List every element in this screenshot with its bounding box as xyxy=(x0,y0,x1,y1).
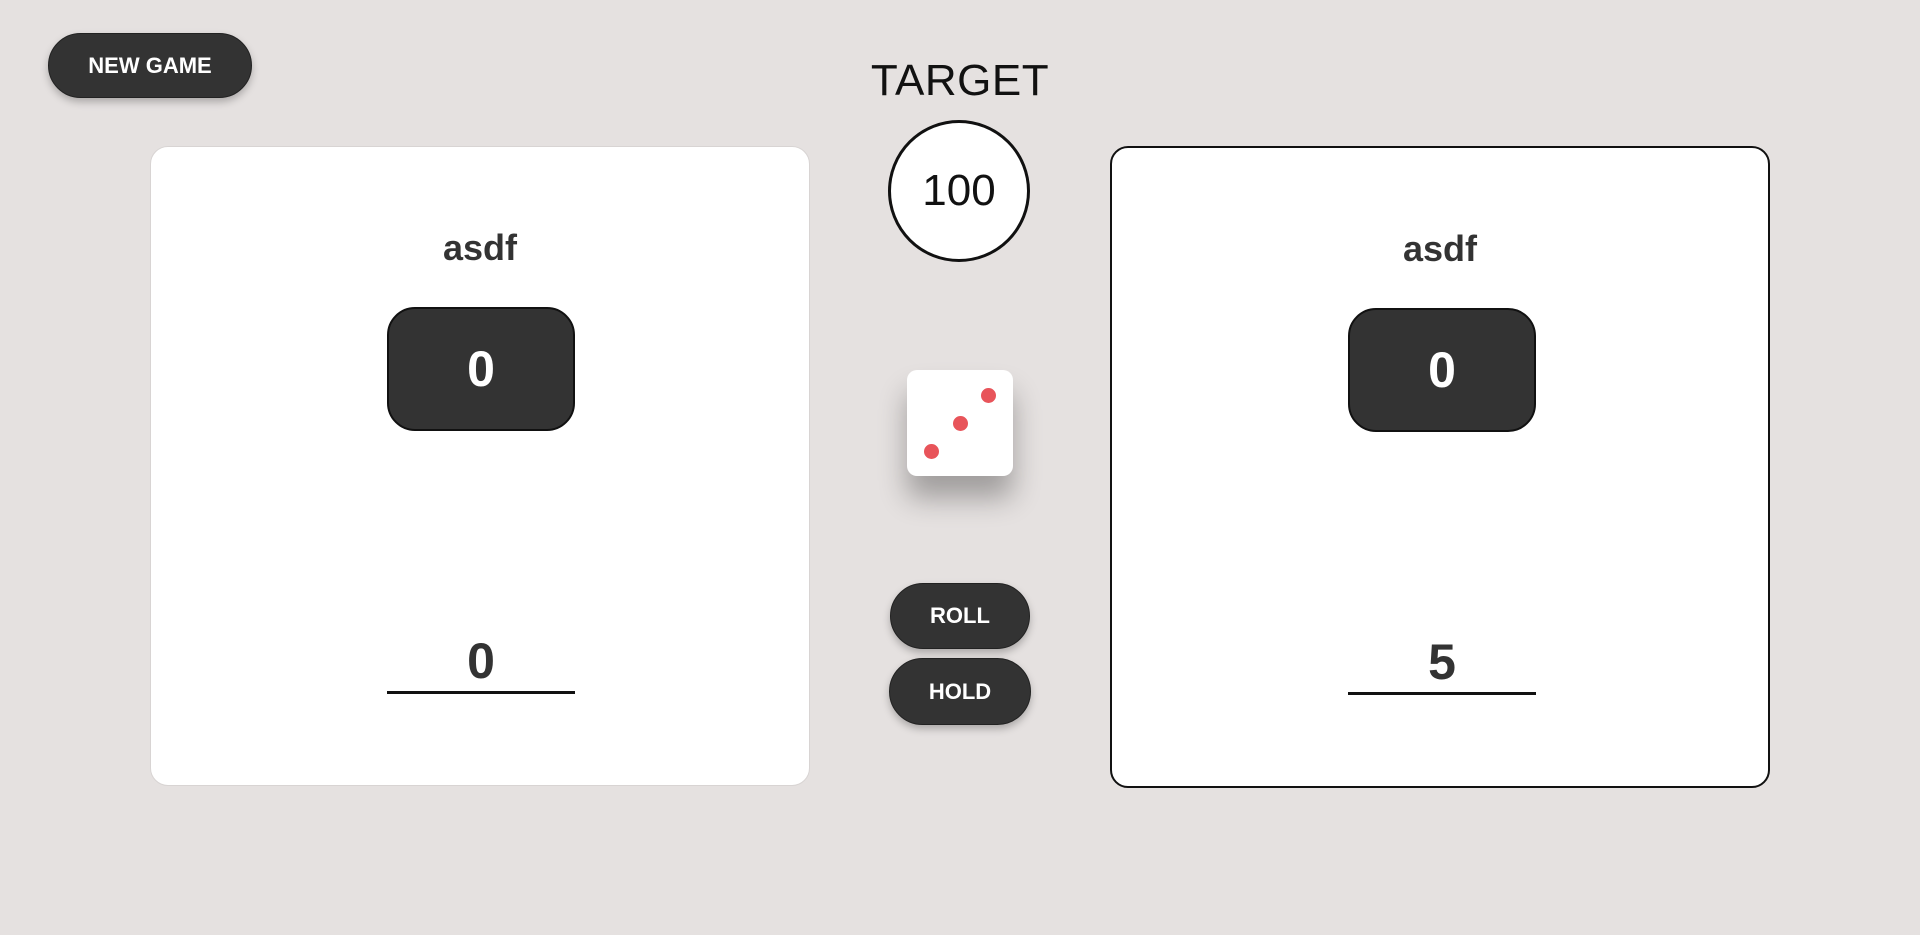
dice-pip xyxy=(953,416,968,431)
hold-button[interactable]: HOLD xyxy=(889,658,1031,725)
player-1-total-score: 0 xyxy=(387,307,575,431)
player-2-total-score: 0 xyxy=(1348,308,1536,432)
player-1-current-score: 0 xyxy=(387,631,575,694)
player-2-name: asdf xyxy=(1402,228,1478,269)
dice-pip xyxy=(924,444,939,459)
player-1-panel: asdf 0 0 xyxy=(150,146,810,786)
roll-button[interactable]: ROLL xyxy=(890,583,1030,649)
dice xyxy=(907,370,1013,476)
player-1-name: asdf xyxy=(442,227,518,268)
target-label: TARGET xyxy=(870,56,1050,105)
player-2-current-score: 5 xyxy=(1348,632,1536,695)
target-score: 100 xyxy=(888,120,1030,262)
game-board: NEW GAME TARGET 100 asdf 0 0 ROLL HOLD a… xyxy=(0,0,1920,935)
dice-pip xyxy=(981,388,996,403)
new-game-button[interactable]: NEW GAME xyxy=(48,33,252,98)
player-2-panel: asdf 0 5 xyxy=(1110,146,1770,788)
